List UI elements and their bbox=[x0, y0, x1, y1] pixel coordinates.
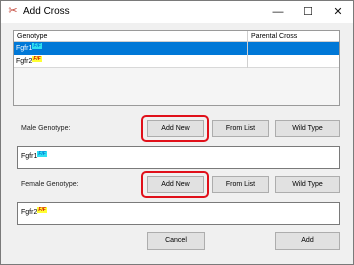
table-row[interactable]: Fgfr2F/F bbox=[14, 55, 339, 68]
male-genotype-field[interactable]: Fgfr1F/F bbox=[17, 146, 340, 169]
column-header-parental-cross[interactable]: Parental Cross bbox=[248, 31, 339, 42]
female-add-new-button[interactable]: Add New bbox=[147, 176, 204, 193]
male-from-list-button[interactable]: From List bbox=[212, 120, 269, 137]
female-from-list-button[interactable]: From List bbox=[212, 176, 269, 193]
female-genotype-label: Female Genotype: bbox=[21, 181, 79, 188]
male-genotype-value: Fgfr1F/F bbox=[21, 150, 47, 160]
cross-icon: ✂ bbox=[8, 5, 18, 17]
allele-tag: F/F bbox=[37, 206, 47, 213]
add-cross-dialog: ✂ Add Cross — ☐ ✕ Genotype Parental Cros… bbox=[0, 0, 354, 265]
gene-name: Fgfr2 bbox=[21, 209, 38, 216]
table-row[interactable]: Fgfr1F/F bbox=[14, 42, 339, 55]
allele-tag: F/F bbox=[37, 150, 47, 157]
close-button[interactable]: ✕ bbox=[323, 1, 353, 23]
genotype-cell: Fgfr1F/F bbox=[14, 42, 248, 55]
allele-tag: F/F bbox=[32, 42, 42, 49]
female-genotype-value: Fgfr2F/F bbox=[21, 206, 47, 216]
genotype-cell: Fgfr2F/F bbox=[14, 55, 248, 68]
column-header-genotype[interactable]: Genotype bbox=[14, 31, 248, 42]
maximize-button[interactable]: ☐ bbox=[293, 1, 323, 23]
gene-name: Fgfr2 bbox=[16, 58, 33, 65]
add-button[interactable]: Add bbox=[275, 232, 340, 250]
gene-name: Fgfr1 bbox=[21, 153, 38, 160]
title-bar: ✂ Add Cross — ☐ ✕ bbox=[1, 1, 353, 23]
window-title: Add Cross bbox=[23, 6, 70, 17]
female-wild-type-button[interactable]: Wild Type bbox=[275, 176, 340, 193]
male-add-new-button[interactable]: Add New bbox=[147, 120, 204, 137]
parental-cross-cell bbox=[248, 55, 339, 68]
minimize-button[interactable]: — bbox=[263, 1, 293, 23]
female-genotype-field[interactable]: Fgfr2F/F bbox=[17, 202, 340, 225]
male-genotype-label: Male Genotype: bbox=[21, 125, 71, 132]
male-wild-type-button[interactable]: Wild Type bbox=[275, 120, 340, 137]
allele-tag: F/F bbox=[32, 55, 42, 62]
genotype-grid[interactable]: Genotype Parental Cross Fgfr1F/F Fgfr2F/… bbox=[13, 30, 340, 106]
grid-header: Genotype Parental Cross bbox=[14, 31, 339, 42]
parental-cross-cell bbox=[248, 42, 339, 55]
cancel-button[interactable]: Cancel bbox=[147, 232, 205, 250]
gene-name: Fgfr1 bbox=[16, 45, 33, 52]
